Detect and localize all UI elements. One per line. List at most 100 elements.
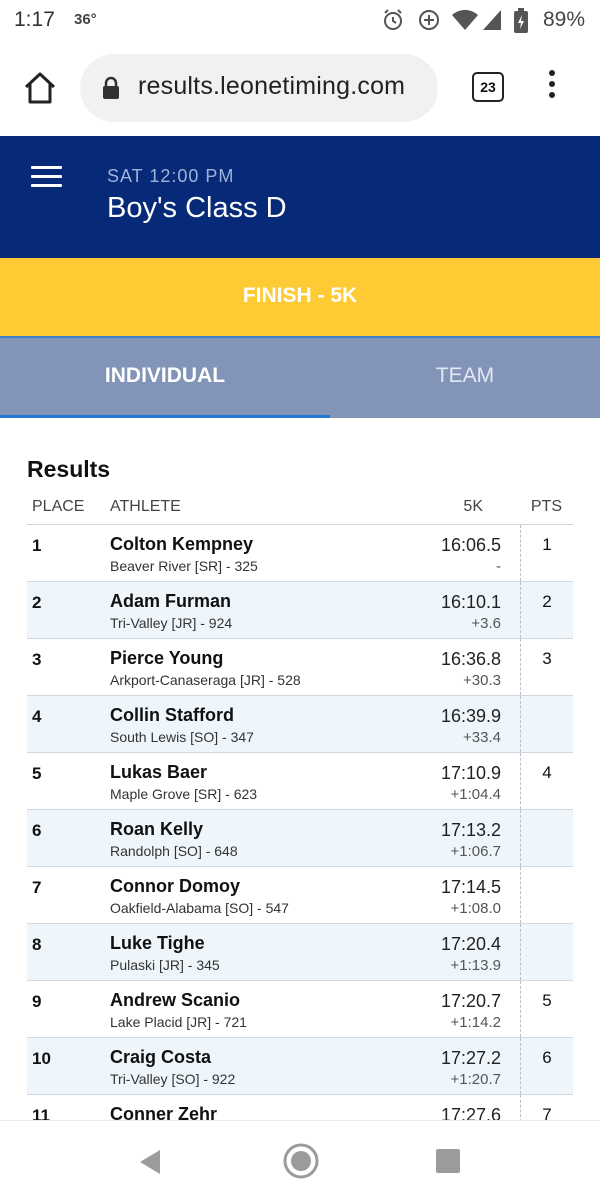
table-row[interactable]: 7 Connor Domoy Oakfield-Alabama [SO] - 547… <box>27 867 573 924</box>
browser-toolbar: results.leonetiming.com 23 <box>0 40 600 136</box>
points-cell: 5 <box>542 991 552 1010</box>
table-row[interactable]: 4 Collin Stafford South Lewis [SO] - 347 16… <box>27 696 573 753</box>
column-header-pts: PTS <box>530 498 562 515</box>
place-cell: 3 <box>32 650 42 669</box>
finish-time: 17:13.2 <box>440 820 501 840</box>
back-icon[interactable] <box>138 1149 162 1175</box>
battery-percentage: 89% <box>543 8 586 31</box>
points-column-divider <box>520 810 521 866</box>
place-cell: 9 <box>32 992 42 1011</box>
tab-team[interactable]: TEAM <box>330 338 600 418</box>
home-nav-icon[interactable] <box>283 1143 319 1179</box>
event-time: SAT 12:00 PM <box>107 166 235 186</box>
data-saver-icon <box>419 10 439 30</box>
tab-switcher-button[interactable]: 23 <box>472 72 504 102</box>
athlete-team-info: Randolph [SO] - 648 <box>110 843 238 859</box>
finish-time: 17:10.9 <box>440 763 501 783</box>
time-gap: - <box>496 558 501 575</box>
event-header: SAT 12:00 PM Boy's Class D <box>0 136 600 258</box>
time-gap: +1:20.7 <box>450 1071 501 1088</box>
finish-time: 17:27.2 <box>440 1048 501 1068</box>
place-cell: 10 <box>32 1049 51 1068</box>
table-row[interactable]: 2 Adam Furman Tri-Valley [JR] - 924 16:10.1… <box>27 582 573 639</box>
place-cell: 5 <box>32 764 42 783</box>
address-bar[interactable]: results.leonetiming.com <box>80 54 438 122</box>
time-gap: +3.6 <box>471 615 501 632</box>
points-cell: 2 <box>542 592 552 611</box>
table-row[interactable]: 1 Colton Kempney Beaver River [SR] - 325 16… <box>27 525 573 582</box>
table-row[interactable]: 9 Andrew Scanio Lake Placid [JR] - 721 17:2… <box>27 981 573 1038</box>
table-row[interactable]: 3 Pierce Young Arkport-Canaseraga [JR] - 5… <box>27 639 573 696</box>
place-cell: 2 <box>32 593 42 612</box>
athlete-name[interactable]: Adam Furman <box>110 591 231 612</box>
table-row[interactable]: 8 Luke Tighe Pulaski [JR] - 345 17:20.4 +1:1… <box>27 924 573 981</box>
table-row[interactable]: 6 Roan Kelly Randolph [SO] - 648 17:13.2 +1:… <box>27 810 573 867</box>
status-temperature: 36° <box>74 11 97 28</box>
table-header: PLACE ATHLETE 5K PTS <box>27 492 573 525</box>
table-row[interactable]: 10 Craig Costa Tri-Valley [SO] - 922 17:27.… <box>27 1038 573 1095</box>
athlete-name[interactable]: Collin Stafford <box>110 705 234 726</box>
athlete-name[interactable]: Luke Tighe <box>110 933 205 954</box>
alarm-icon <box>384 9 402 30</box>
column-header-athlete: ATHLETE <box>110 498 181 515</box>
finish-time: 16:06.5 <box>440 535 501 555</box>
time-gap: +30.3 <box>463 672 501 689</box>
overflow-menu-icon[interactable] <box>542 70 562 106</box>
signal-icon <box>483 10 501 30</box>
athlete-team-info: Tri-Valley [SO] - 922 <box>110 1071 236 1087</box>
event-title: Boy's Class D <box>107 192 287 224</box>
athlete-name[interactable]: Connor Domoy <box>110 876 240 897</box>
race-segment-label: FINISH - 5K <box>242 284 358 307</box>
athlete-team-info: Lake Placid [JR] - 721 <box>110 1014 247 1030</box>
time-gap: +1:13.9 <box>450 957 501 974</box>
time-gap: +33.4 <box>463 729 501 746</box>
place-cell: 1 <box>32 536 42 555</box>
points-column-divider <box>520 867 521 923</box>
wifi-icon <box>452 9 478 30</box>
athlete-name[interactable]: Andrew Scanio <box>110 990 240 1011</box>
race-segment-banner[interactable]: FINISH - 5K <box>0 258 600 336</box>
athlete-team-info: Pulaski [JR] - 345 <box>110 957 220 973</box>
time-gap: +1:04.4 <box>450 786 501 803</box>
points-column-divider <box>520 696 521 752</box>
results-tabs: INDIVIDUAL TEAM <box>0 336 600 418</box>
finish-time: 17:20.7 <box>440 991 501 1011</box>
athlete-name[interactable]: Roan Kelly <box>110 819 203 840</box>
athlete-name[interactable]: Craig Costa <box>110 1047 211 1068</box>
url-text: results.leonetiming.com <box>138 72 406 100</box>
tab-individual[interactable]: INDIVIDUAL <box>0 338 330 418</box>
column-header-5k: 5K <box>463 498 483 515</box>
athlete-name[interactable]: Colton Kempney <box>110 534 253 555</box>
athlete-team-info: Arkport-Canaseraga [JR] - 528 <box>110 672 301 688</box>
athlete-name[interactable]: Lukas Baer <box>110 762 207 783</box>
time-gap: +1:14.2 <box>450 1014 501 1031</box>
athlete-team-info: South Lewis [SO] - 347 <box>110 729 254 745</box>
athlete-team-info: Maple Grove [SR] - 623 <box>110 786 258 802</box>
status-bar: 1:17 36° 89% <box>0 0 600 40</box>
battery-charging-icon <box>514 8 528 33</box>
finish-time: 16:10.1 <box>440 592 501 612</box>
home-icon[interactable] <box>22 70 58 106</box>
column-header-place: PLACE <box>32 498 85 515</box>
athlete-team-info: Oakfield-Alabama [SO] - 547 <box>110 900 289 916</box>
table-row[interactable]: 5 Lukas Baer Maple Grove [SR] - 623 17:10.9… <box>27 753 573 810</box>
athlete-team-info: Tri-Valley [JR] - 924 <box>110 615 233 631</box>
status-time: 1:17 <box>14 8 55 31</box>
points-cell: 1 <box>542 535 552 554</box>
lock-icon <box>103 76 119 99</box>
points-cell: 6 <box>542 1048 552 1067</box>
place-cell: 8 <box>32 935 42 954</box>
results-table: PLACE ATHLETE 5K PTS 1 Colton Kempney Beav… <box>27 492 573 1152</box>
recent-apps-icon[interactable] <box>436 1149 460 1173</box>
finish-time: 16:39.9 <box>440 706 501 726</box>
finish-time: 17:14.5 <box>440 877 501 897</box>
time-gap: +1:08.0 <box>450 900 501 917</box>
place-cell: 4 <box>32 707 42 726</box>
points-cell: 4 <box>542 763 552 782</box>
athlete-team-info: Beaver River [SR] - 325 <box>110 558 258 574</box>
points-column-divider <box>520 924 521 980</box>
finish-time: 17:20.4 <box>440 934 501 954</box>
athlete-name[interactable]: Pierce Young <box>110 648 223 669</box>
hamburger-menu-icon[interactable] <box>31 166 62 188</box>
place-cell: 7 <box>32 878 42 897</box>
